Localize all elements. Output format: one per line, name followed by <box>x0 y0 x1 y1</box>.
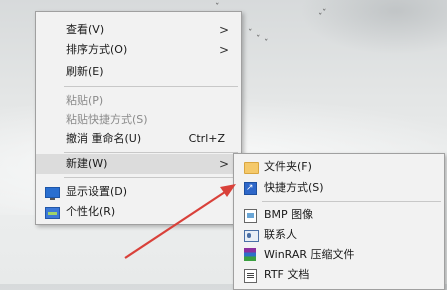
red-pointer-arrow <box>124 184 236 259</box>
arrow-shaft <box>124 189 229 259</box>
arrow-head <box>220 184 236 197</box>
